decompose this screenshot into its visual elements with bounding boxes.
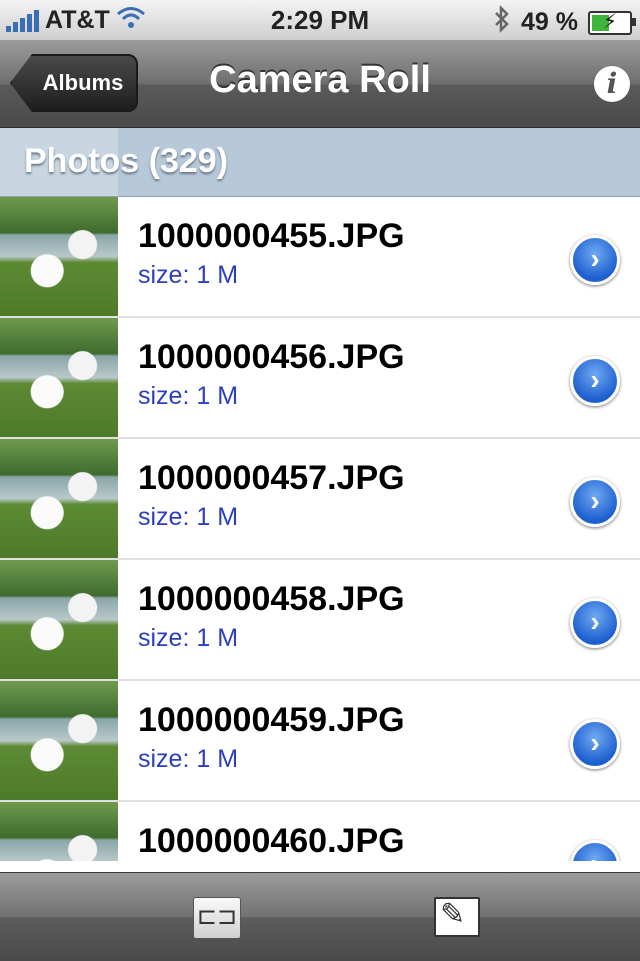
bottom-toolbar: ⊏⊐ ✎ <box>0 872 640 961</box>
pencil-glyph: ✎ <box>440 898 466 931</box>
photo-thumbnail[interactable] <box>0 318 118 437</box>
page-title: Camera Roll <box>209 59 431 101</box>
file-name: 1000000455.JPG <box>138 217 405 255</box>
chevron-right-icon[interactable]: › <box>570 477 620 527</box>
info-icon[interactable]: i <box>594 66 630 102</box>
photo-thumbnail[interactable] <box>0 681 118 800</box>
chevron-right-icon[interactable]: › <box>570 840 620 861</box>
navigation-bar: Albums Camera Roll i <box>0 41 640 128</box>
battery-icon: ⚡ <box>588 10 636 35</box>
list-item[interactable]: 1000000456.JPG size: 1 M › <box>0 318 640 439</box>
photo-thumbnail[interactable] <box>0 802 118 861</box>
file-size: size: 1 M <box>138 624 239 652</box>
file-size: size: 1 M <box>138 745 239 773</box>
photo-thumbnail[interactable] <box>0 560 118 679</box>
status-right: 49 % ⚡ <box>493 4 636 40</box>
list-item[interactable]: 1000000455.JPG size: 1 M › <box>0 197 640 318</box>
albums-back-button[interactable]: Albums <box>10 54 138 112</box>
battery-percent: 49 % <box>521 8 578 36</box>
section-header: Photos (329) <box>0 128 640 197</box>
photo-thumbnail[interactable] <box>0 197 118 316</box>
file-size: size: 1 M <box>138 382 239 410</box>
status-bar: AT&T 2:29 PM 49 % ⚡ <box>0 0 640 41</box>
connect-glyph: ⊏⊐ <box>196 903 238 930</box>
section-header-label: Photos (329) <box>24 142 229 180</box>
file-name: 1000000458.JPG <box>138 580 405 618</box>
file-name: 1000000456.JPG <box>138 338 405 376</box>
chevron-right-icon[interactable]: › <box>570 719 620 769</box>
file-name: 1000000460.JPG <box>138 822 405 860</box>
list-item[interactable]: 1000000457.JPG size: 1 M › <box>0 439 640 560</box>
list-item[interactable]: 1000000458.JPG size: 1 M › <box>0 560 640 681</box>
list-item[interactable]: 1000000460.JPGsize: 1 M› <box>0 802 640 861</box>
bluetooth-icon <box>493 4 511 40</box>
charging-icon: ⚡ <box>602 10 618 33</box>
file-name: 1000000457.JPG <box>138 459 405 497</box>
chevron-right-icon[interactable]: › <box>570 598 620 648</box>
list-item[interactable]: 1000000459.JPG size: 1 M › <box>0 681 640 802</box>
file-name: 1000000459.JPG <box>138 701 405 739</box>
photo-list[interactable]: 1000000455.JPG size: 1 M › 1000000456.JPG si… <box>0 197 640 861</box>
file-size: size: 1 M <box>138 503 239 531</box>
chevron-right-icon[interactable]: › <box>570 235 620 285</box>
file-size: size: 1 M <box>138 261 239 289</box>
connect-icon[interactable]: ⊏⊐ <box>193 897 241 939</box>
photo-thumbnail[interactable] <box>0 439 118 558</box>
edit-icon[interactable]: ✎ <box>434 897 480 937</box>
chevron-right-icon[interactable]: › <box>570 356 620 406</box>
